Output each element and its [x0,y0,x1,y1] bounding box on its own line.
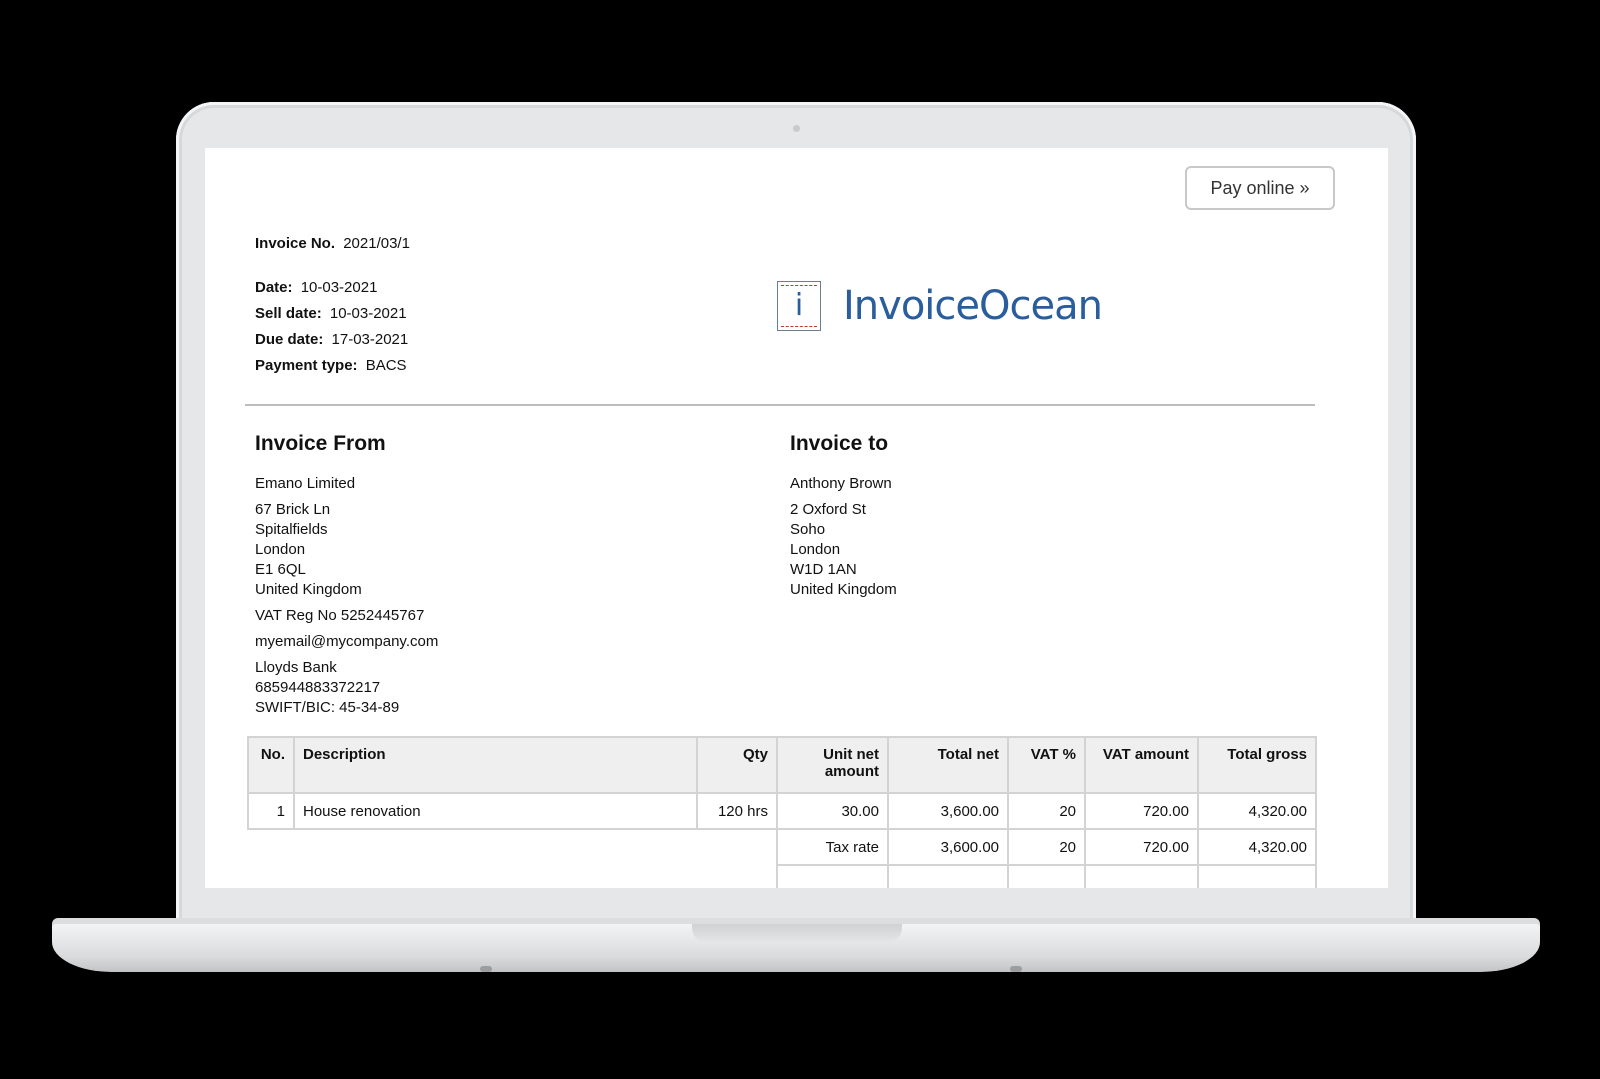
to-address-line: London [790,541,841,558]
from-company: Emano Limited [255,475,356,492]
from-address-line: 67 Brick Ln [255,501,331,518]
cell-description: House renovation [293,792,698,830]
invoice-from-heading: Invoice From [255,432,386,455]
due-date-value: 17-03-2021 [331,331,409,348]
from-swift: SWIFT/BIC: 45-34-89 [255,699,400,716]
invoice-sell-date: Sell date: 10-03-2021 [255,305,407,322]
tax-rate-vat-pct: 20 [1007,828,1086,866]
header-total-net: Total net [887,736,1009,794]
header-qty: Qty [696,736,778,794]
header-total-gross: Total gross [1197,736,1317,794]
logo-icon: i [777,281,821,331]
to-address-line: 2 Oxford St [790,501,866,518]
cell-total-net: 3,600.00 [887,792,1009,830]
from-bank-name: Lloyds Bank [255,659,337,676]
to-name: Anthony Brown [790,475,892,492]
header-no: No. [247,736,295,794]
from-address-line: United Kingdom [255,581,362,598]
from-bank-account: 685944883372217 [255,679,381,696]
sell-date-value: 10-03-2021 [329,305,407,322]
invoice-due-date: Due date: 17-03-2021 [255,331,408,348]
date-label: Date: [255,279,293,296]
tax-rate-total-net: 3,600.00 [887,828,1009,866]
invoice-number: Invoice No. 2021/03/1 [255,235,410,252]
invoice-to-heading: Invoice to [790,432,889,455]
invoice-number-label: Invoice No. [255,235,336,252]
header-unit-net-line2: amount [824,763,879,780]
sell-date-label: Sell date: [255,305,322,322]
invoice-date: Date: 10-03-2021 [255,279,377,296]
invoice-to: Invoice to Anthony Brown 2 Oxford St Soh… [790,432,897,600]
to-address-line: W1D 1AN [790,561,857,578]
invoice-screen: Pay online » Invoice No. 2021/03/1 Date:… [205,148,1388,888]
cell-vat-amount: 720.00 [1084,792,1199,830]
laptop-foot [1010,966,1022,972]
table-row: 1 House renovation 120 hrs 30.00 3,600.0… [247,792,1317,830]
invoice-number-value: 2021/03/1 [343,235,410,252]
webcam [793,125,800,132]
to-address-line: Soho [790,521,826,538]
table-row-partial [248,864,1317,888]
invoice-payment-type: Payment type: BACS [255,357,407,374]
invoice-items-table: No. Description Qty Unit net amount Total… [247,736,1317,888]
invoiceocean-logo: i InvoiceOcean [777,281,1103,331]
cell-qty: 120 hrs [696,792,778,830]
date-value: 10-03-2021 [300,279,378,296]
header-divider [245,404,1315,406]
laptop-foot [480,966,492,972]
cell-unit-net: 30.00 [776,792,889,830]
tax-rate-total-gross: 4,320.00 [1197,828,1317,866]
due-date-label: Due date: [255,331,324,348]
from-address-line: London [255,541,306,558]
invoice-from: Invoice From Emano Limited 67 Brick Ln S… [255,432,438,718]
from-address-line: Spitalfields [255,521,328,538]
header-unit-net: Unit net amount [776,736,889,794]
logo-text: InvoiceOcean [843,283,1103,329]
tax-rate-row: Tax rate 3,600.00 20 720.00 4,320.00 [248,828,1317,866]
header-vat-pct: VAT % [1007,736,1086,794]
payment-type-label: Payment type: [255,357,358,374]
header-unit-net-line1: Unit net [823,746,879,763]
tax-rate-label: Tax rate [776,828,889,866]
to-address-line: United Kingdom [790,581,897,598]
cell-no: 1 [247,792,295,830]
header-vat-amount: VAT amount [1084,736,1199,794]
payment-type-value: BACS [365,357,407,374]
from-vat-number: VAT Reg No 5252445767 [255,607,425,624]
laptop-notch [692,924,902,942]
header-description: Description [293,736,698,794]
logo-glyph: i [794,288,804,323]
from-email: myemail@mycompany.com [255,633,439,650]
from-address-line: E1 6QL [255,561,306,578]
pay-online-button[interactable]: Pay online » [1185,166,1335,210]
tax-rate-vat-amount: 720.00 [1084,828,1199,866]
cell-total-gross: 4,320.00 [1197,792,1317,830]
tax-rate-spacer [248,829,777,865]
table-header-row: No. Description Qty Unit net amount Total… [247,736,1317,794]
cell-vat-pct: 20 [1007,792,1086,830]
